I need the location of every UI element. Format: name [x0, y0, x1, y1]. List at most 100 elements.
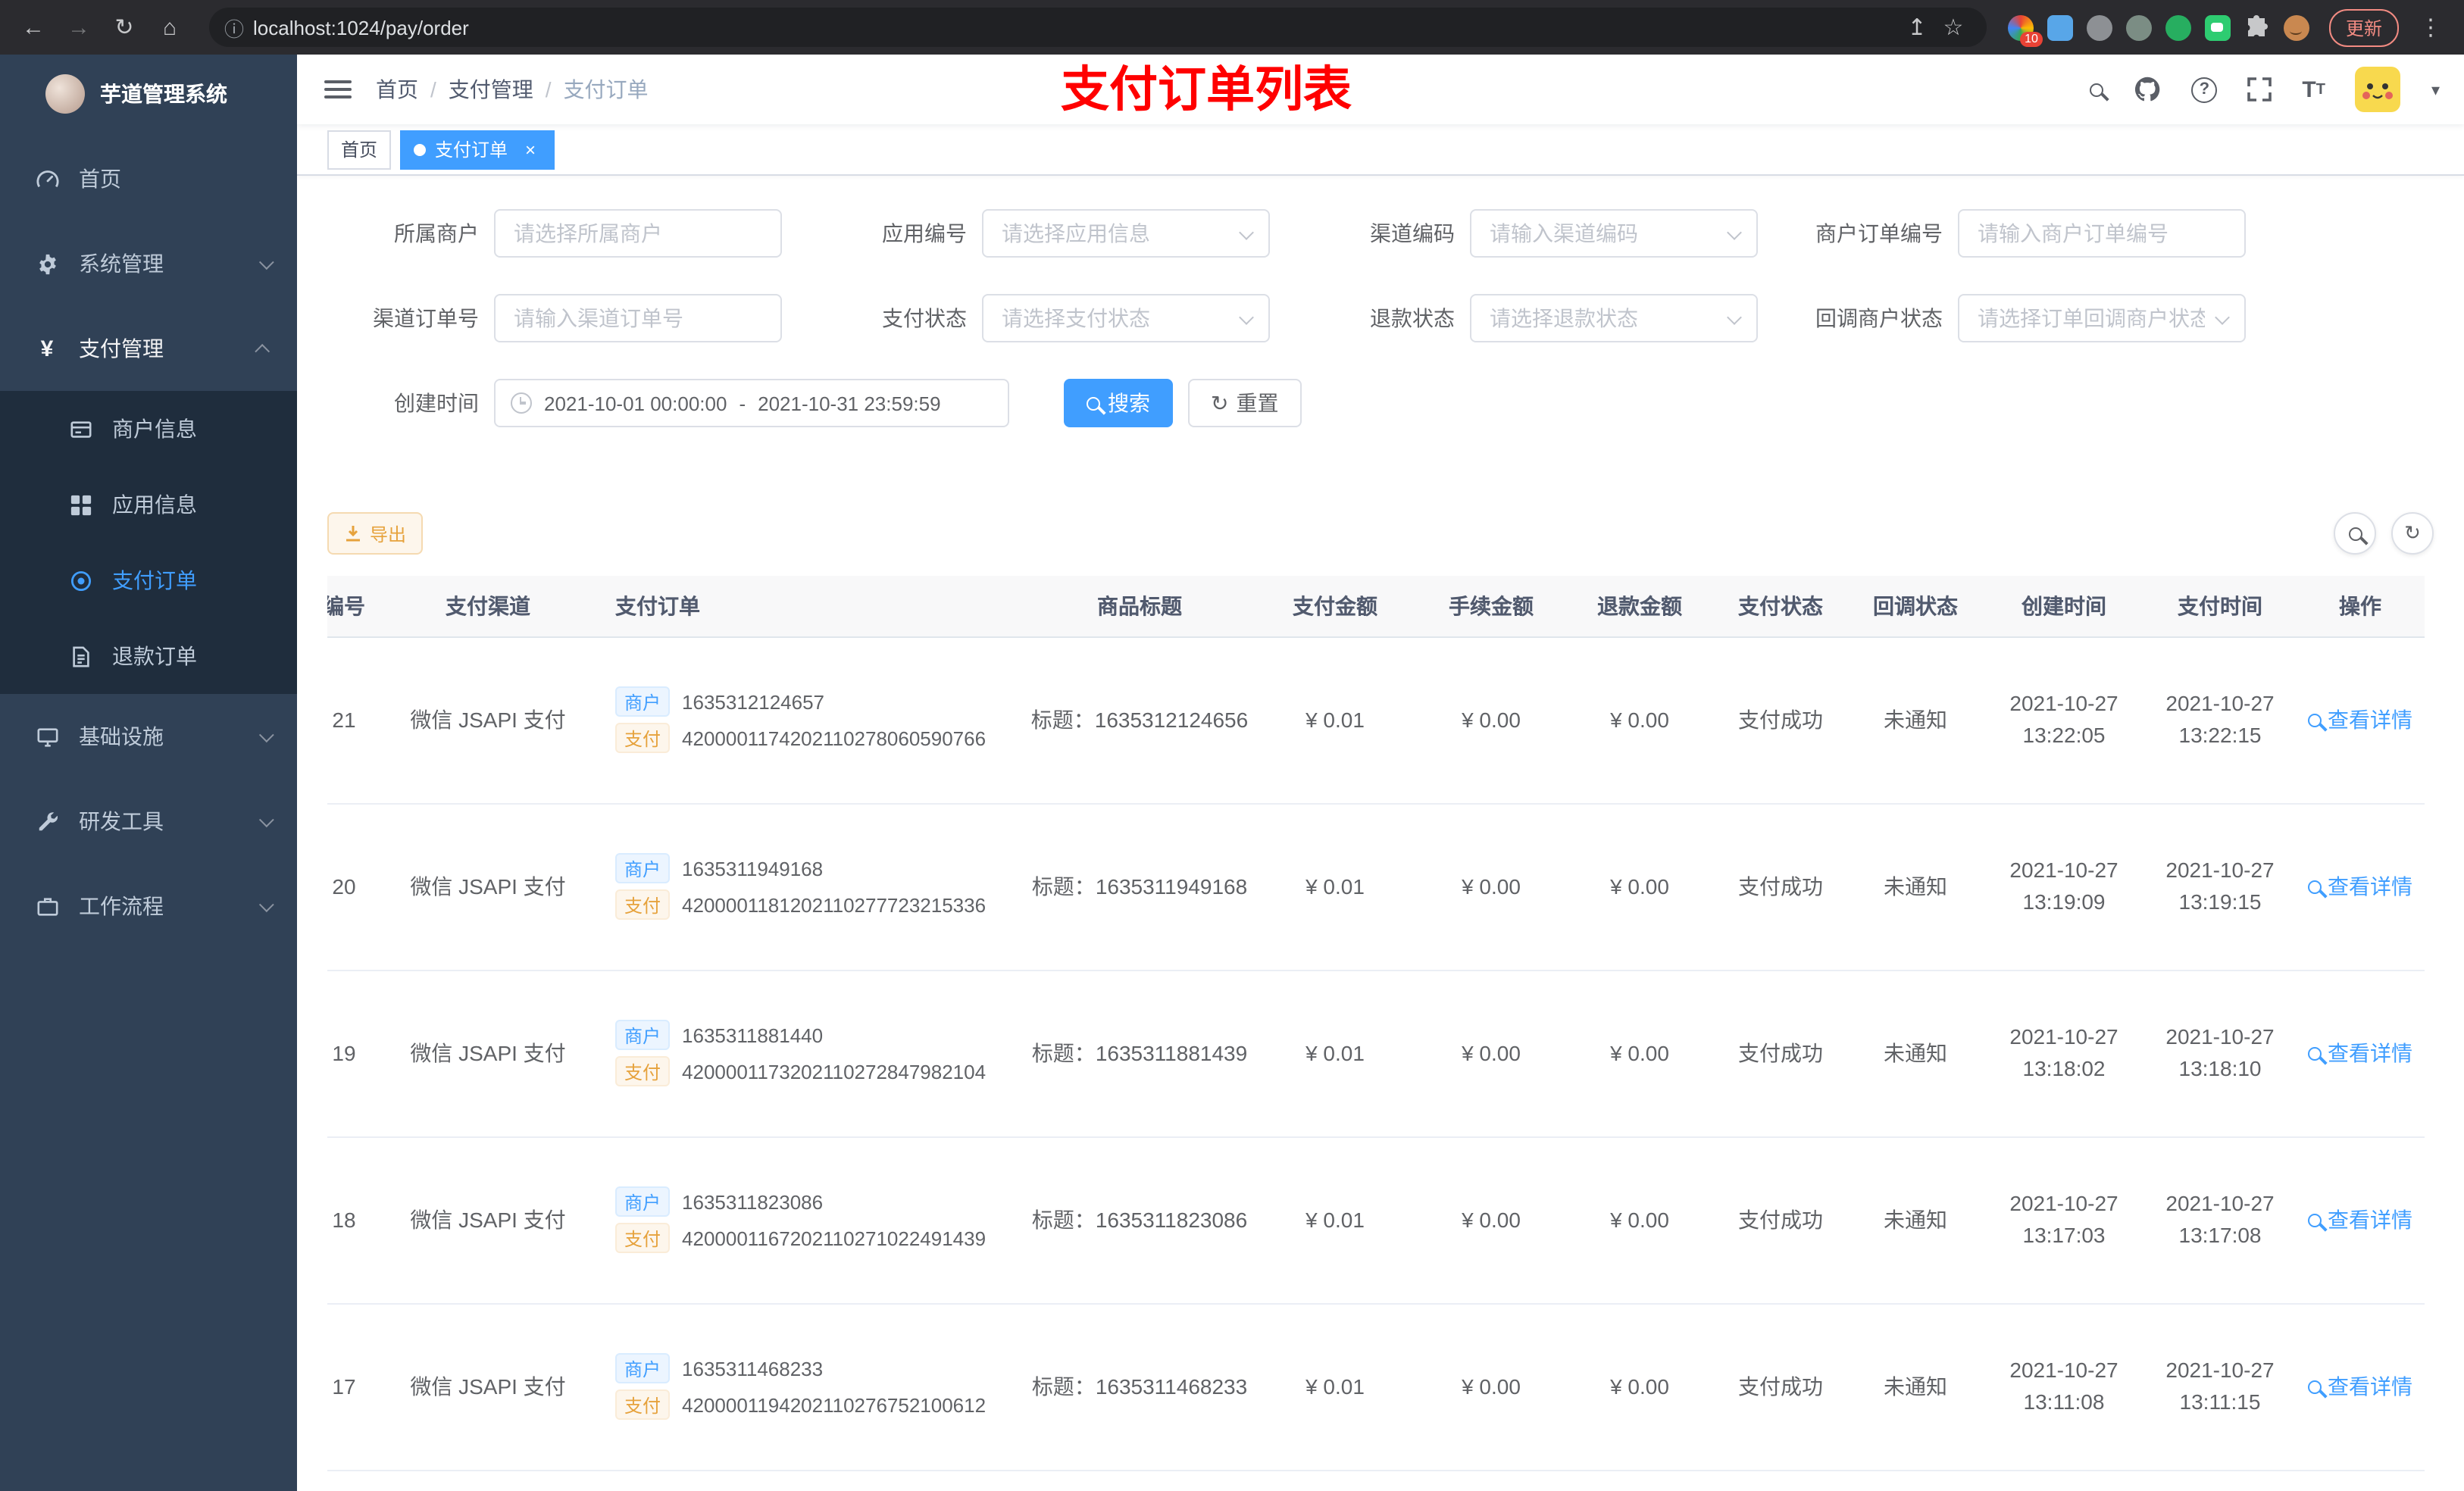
create-time-range-picker[interactable]: 2021-10-01 00:00:00 - 2021-10-31 23:59:5…: [494, 379, 1009, 427]
view-detail-link[interactable]: 查看详情: [2308, 871, 2412, 902]
sidebar-item-workflow[interactable]: 工作流程: [0, 864, 297, 949]
help-icon[interactable]: ?: [2191, 77, 2218, 102]
close-tab-icon[interactable]: ×: [520, 139, 541, 160]
address-bar[interactable]: ⓘ localhost:1024/pay/order ↥ ☆: [209, 8, 1987, 47]
reset-button[interactable]: ↻ 重置: [1188, 379, 1302, 427]
search-button-label: 搜索: [1108, 391, 1150, 415]
sidebar-item-app-info[interactable]: 应用信息: [0, 467, 297, 542]
title-prefix: 标题：: [1031, 1041, 1096, 1065]
extension-colorful-icon[interactable]: 10: [2007, 14, 2043, 46]
merchant-select-input[interactable]: [496, 211, 780, 256]
refund-status-select[interactable]: [1470, 294, 1758, 342]
sidebar-item-payment[interactable]: ¥ 支付管理: [0, 306, 297, 391]
back-icon[interactable]: ←: [15, 9, 52, 45]
pay-status-select-input[interactable]: [983, 295, 1268, 341]
toggle-search-button[interactable]: [2334, 512, 2376, 555]
sidebar-item-merchant-info[interactable]: 商户信息: [0, 391, 297, 467]
document-icon: [67, 645, 94, 667]
cell-order: 商户 1635311468233 支付 4200001194202110276752…: [594, 1303, 1026, 1471]
cell-refund: ¥ 0.00: [1565, 636, 1714, 804]
notify-status-select[interactable]: [1958, 294, 2246, 342]
sidebar-item-dev-tools[interactable]: 研发工具: [0, 779, 297, 864]
fullscreen-icon[interactable]: [2247, 77, 2272, 102]
extensions-puzzle-icon[interactable]: [2244, 14, 2270, 40]
bookmark-star-icon[interactable]: ☆: [1935, 9, 1972, 45]
merchant-order-no-input-wrap[interactable]: [1958, 209, 2246, 258]
view-detail-link[interactable]: 查看详情: [2308, 1205, 2412, 1235]
table-row[interactable]: 商户1635311457366 支付: [327, 1470, 2425, 1491]
sidebar-item-pay-order[interactable]: 支付订单: [0, 542, 297, 618]
app-header: 首页 / 支付管理 / 支付订单 支付订单列表 ? T T ▾: [297, 55, 2464, 124]
merchant-order-no-input[interactable]: [1959, 211, 2244, 256]
browser-menu-icon[interactable]: ⋮: [2412, 9, 2449, 45]
share-icon[interactable]: ↥: [1899, 9, 1935, 45]
cell-notify: [1847, 1470, 1984, 1491]
merchant-select[interactable]: [494, 209, 782, 258]
cell-channel: 微信 JSAPI 支付: [382, 1303, 594, 1471]
table-row[interactable]: 17 微信 JSAPI 支付 商户 1635311468233 支付 4200001…: [327, 1303, 2425, 1471]
breadcrumb-home[interactable]: 首页: [376, 74, 418, 105]
table-row[interactable]: 18 微信 JSAPI 支付 商户 1635311823086 支付 4200001…: [327, 1136, 2425, 1304]
tab-home[interactable]: 首页: [327, 130, 392, 169]
yen-icon: ¥: [40, 336, 54, 361]
pay-order-no: 4200001173202110272847982104: [682, 1060, 987, 1083]
cell-action: 查看详情: [2296, 636, 2425, 804]
view-detail-link[interactable]: 查看详情: [2308, 1371, 2412, 1402]
view-detail-link[interactable]: 查看详情: [2308, 1038, 2412, 1068]
browser-update-button[interactable]: 更新: [2328, 8, 2399, 46]
extension-chat-icon[interactable]: [2204, 14, 2231, 40]
extension-gray-icon[interactable]: [2086, 14, 2112, 40]
sidebar-item-home[interactable]: 首页: [0, 136, 297, 221]
cell-pay-time: 2021-10-27 13:18:10: [2144, 970, 2296, 1137]
table-row[interactable]: 20 微信 JSAPI 支付 商户 1635311949168 支付 4200001…: [327, 803, 2425, 971]
site-info-icon[interactable]: ⓘ: [224, 13, 244, 42]
extension-blue-icon[interactable]: [2047, 14, 2073, 40]
table-row[interactable]: 21 微信 JSAPI 支付 商户 1635312124657 支付 4200001…: [327, 636, 2425, 804]
refund-status-select-input[interactable]: [1471, 295, 1756, 341]
table-row[interactable]: 19 微信 JSAPI 支付 商户 1635311881440 支付 4200001…: [327, 970, 2425, 1137]
cell-order: 商户 1635311949168 支付 4200001181202110277723…: [594, 803, 1026, 971]
reload-icon[interactable]: ↻: [106, 9, 142, 45]
filter-form: 所属商户 应用编号 渠道编码: [297, 176, 2464, 464]
sidebar-item-infrastructure[interactable]: 基础设施: [0, 694, 297, 779]
pay-status-select[interactable]: [982, 294, 1270, 342]
browser-profile-avatar[interactable]: [2283, 14, 2309, 40]
home-icon[interactable]: ⌂: [152, 9, 188, 45]
tab-pay-order[interactable]: 支付订单 ×: [400, 130, 555, 169]
filter-label: 应用编号: [882, 221, 967, 245]
github-icon[interactable]: [2134, 76, 2161, 103]
title-value: 1635311823086: [1095, 1208, 1248, 1232]
channel-code-select[interactable]: [1470, 209, 1758, 258]
channel-code-input[interactable]: [1471, 211, 1756, 256]
channel-order-no-input-wrap[interactable]: [494, 294, 782, 342]
search-icon: [1087, 396, 1100, 410]
app-select-input[interactable]: [983, 211, 1268, 256]
cell-notify: 未通知: [1847, 970, 1984, 1137]
cell-channel: 微信 JSAPI 支付: [382, 636, 594, 804]
col-header: 支付订单: [594, 576, 1026, 637]
col-header: 编号: [327, 576, 382, 637]
sidebar-item-system[interactable]: 系统管理: [0, 221, 297, 306]
font-size-icon[interactable]: [2302, 77, 2325, 102]
app-select[interactable]: [982, 209, 1270, 258]
extension-green-icon[interactable]: [2165, 14, 2191, 40]
search-icon[interactable]: [2090, 83, 2104, 96]
col-header: 支付渠道: [382, 576, 594, 637]
user-avatar[interactable]: [2355, 67, 2401, 112]
search-button[interactable]: 搜索: [1064, 379, 1173, 427]
app-logo[interactable]: 芋道管理系统: [0, 55, 297, 133]
extension-gray2-icon[interactable]: [2125, 14, 2152, 40]
notify-status-select-input[interactable]: [1959, 295, 2244, 341]
title-prefix: 标题：: [1031, 1374, 1096, 1399]
view-detail-link[interactable]: 查看详情: [2308, 705, 2412, 735]
refresh-table-button[interactable]: ↻: [2391, 512, 2434, 555]
caret-down-icon[interactable]: ▾: [2431, 80, 2440, 99]
channel-order-no-input[interactable]: [496, 295, 780, 341]
breadcrumb-section[interactable]: 支付管理: [449, 74, 533, 105]
forward-icon[interactable]: →: [61, 9, 97, 45]
merchant-tag: 商户: [615, 1186, 671, 1217]
hamburger-icon[interactable]: [324, 80, 352, 98]
sidebar-item-refund-order[interactable]: 退款订单: [0, 618, 297, 694]
export-button-label: 导出: [370, 524, 407, 545]
export-button[interactable]: 导出: [327, 512, 424, 555]
